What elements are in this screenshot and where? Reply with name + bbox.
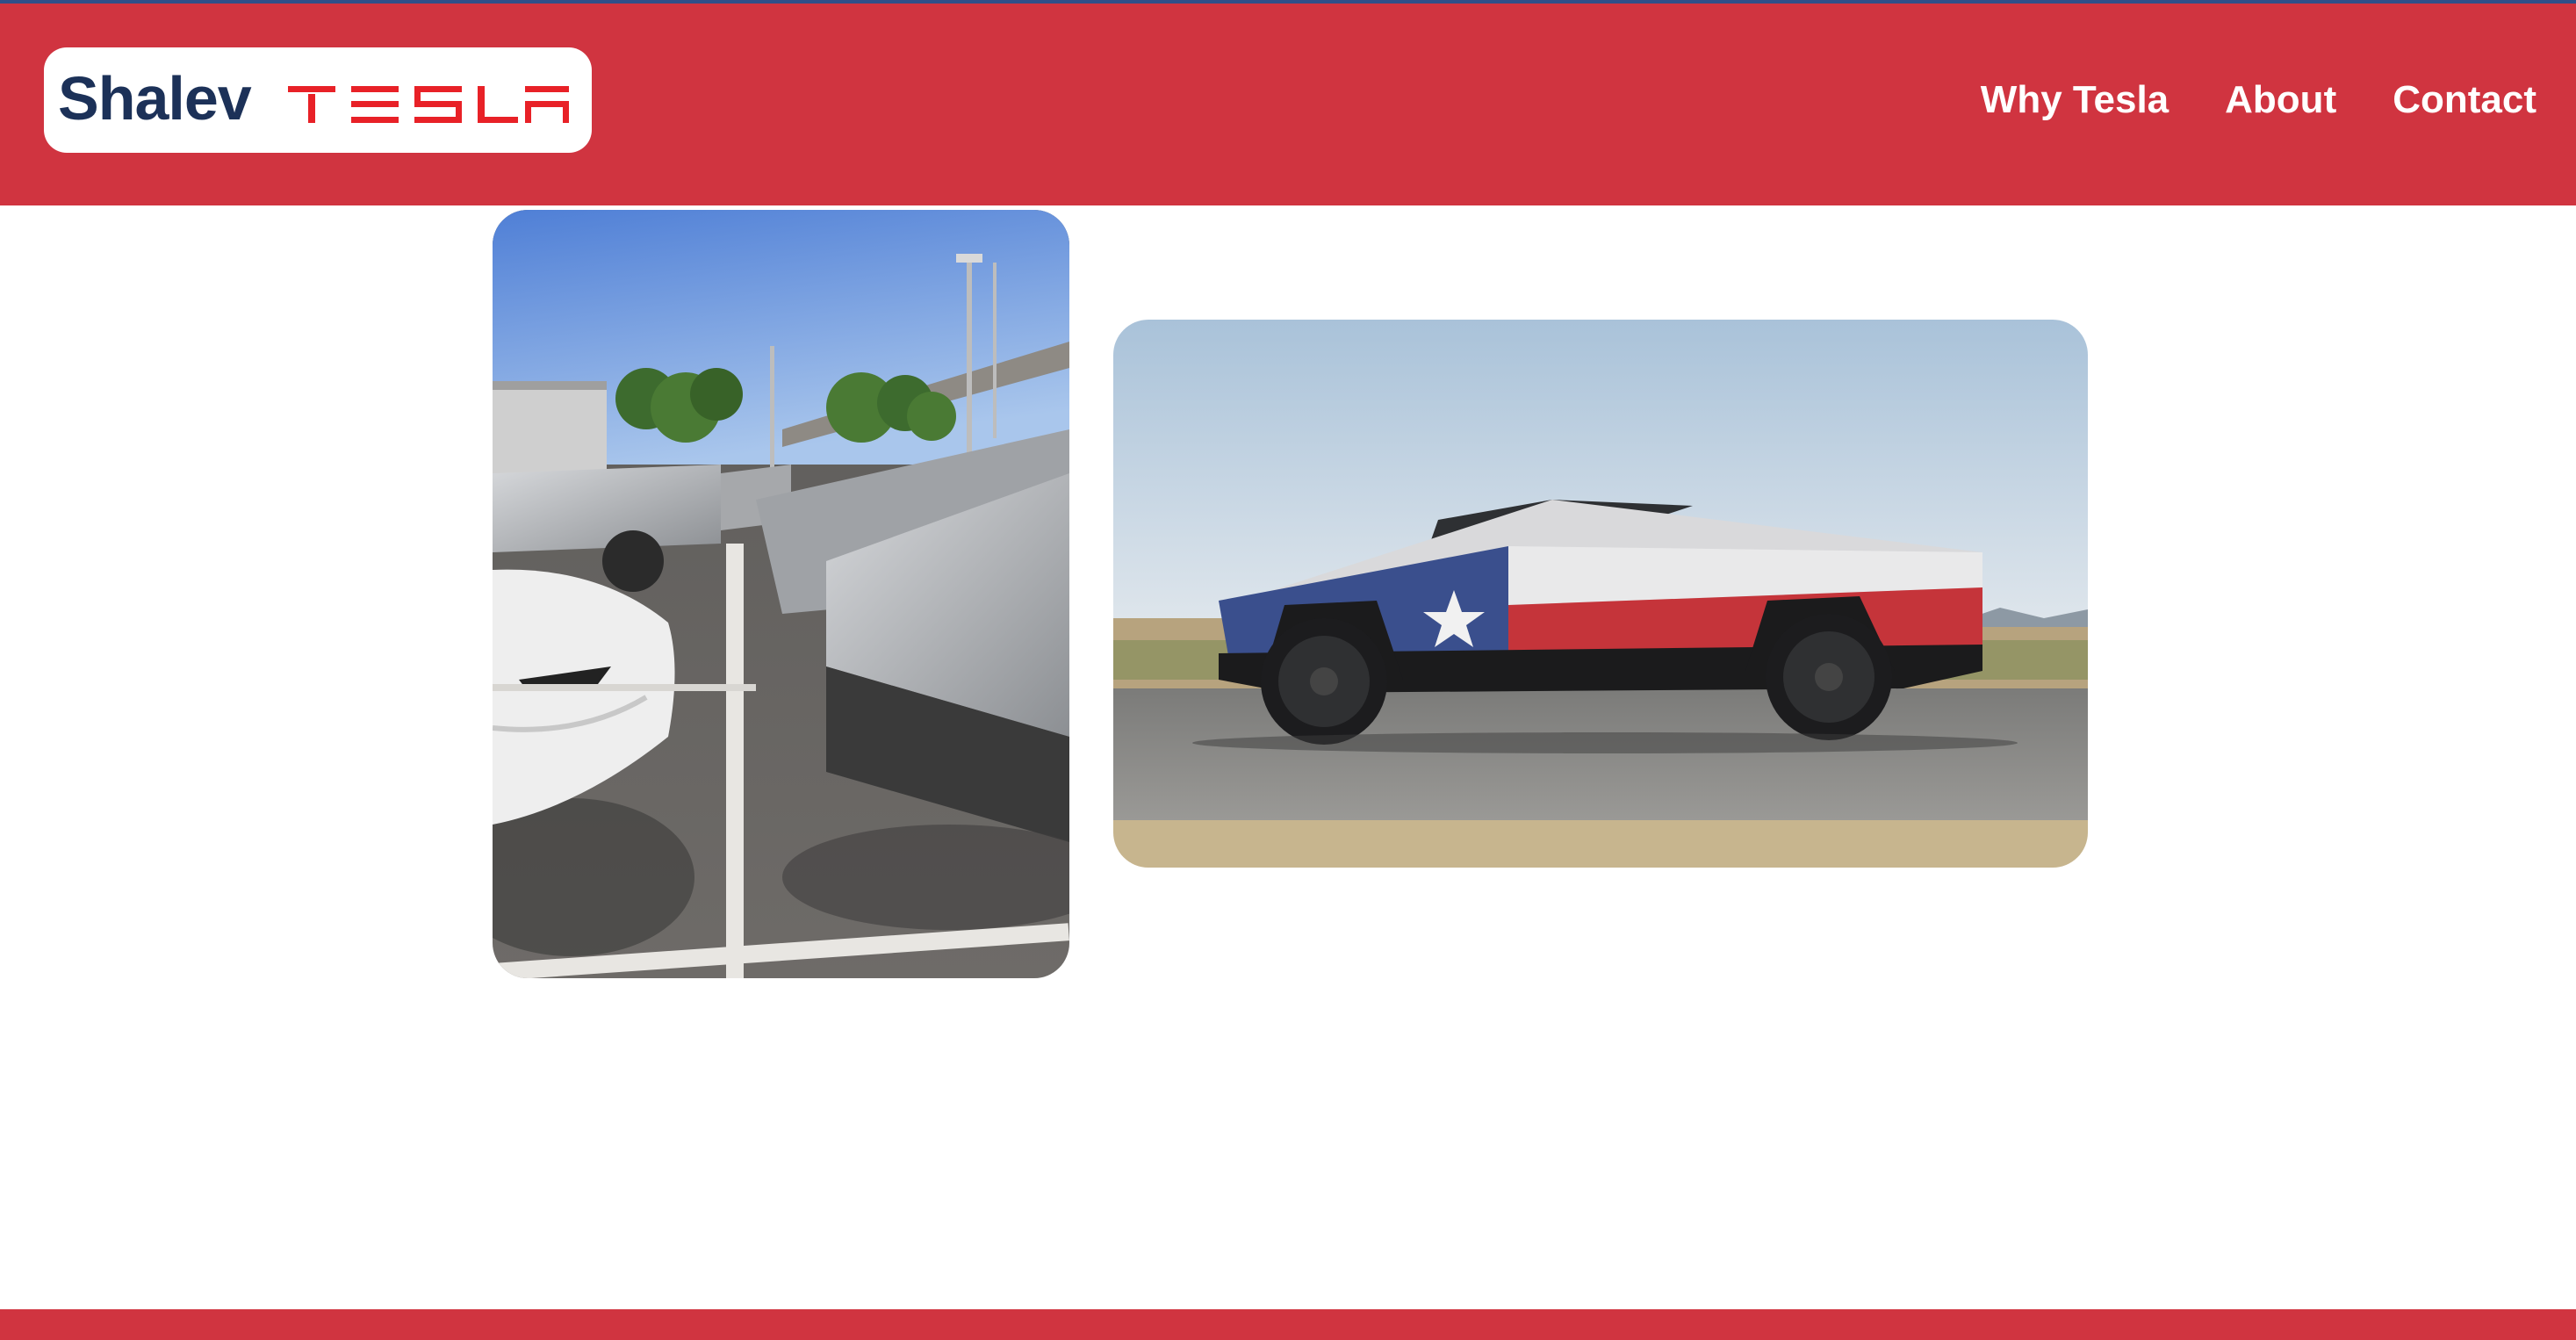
texas-cybertruck-photo xyxy=(1113,320,2088,868)
site-header: Shalev Why Tesla About Contact xyxy=(0,4,2576,205)
nav-about[interactable]: About xyxy=(2225,77,2336,123)
page: Shalev Why Tesla About Contact xyxy=(0,0,2576,1340)
logo-text: Shalev xyxy=(58,64,252,133)
parking-lot-photo xyxy=(493,210,1069,978)
nav-why-tesla[interactable]: Why Tesla xyxy=(1981,77,2169,123)
main-nav: Why Tesla About Contact xyxy=(1981,77,2536,123)
tesla-wordmark-logo xyxy=(288,86,569,123)
site-logo-link[interactable]: Shalev xyxy=(44,47,592,153)
site-footer xyxy=(0,1309,2576,1340)
nav-contact[interactable]: Contact xyxy=(2393,77,2536,123)
